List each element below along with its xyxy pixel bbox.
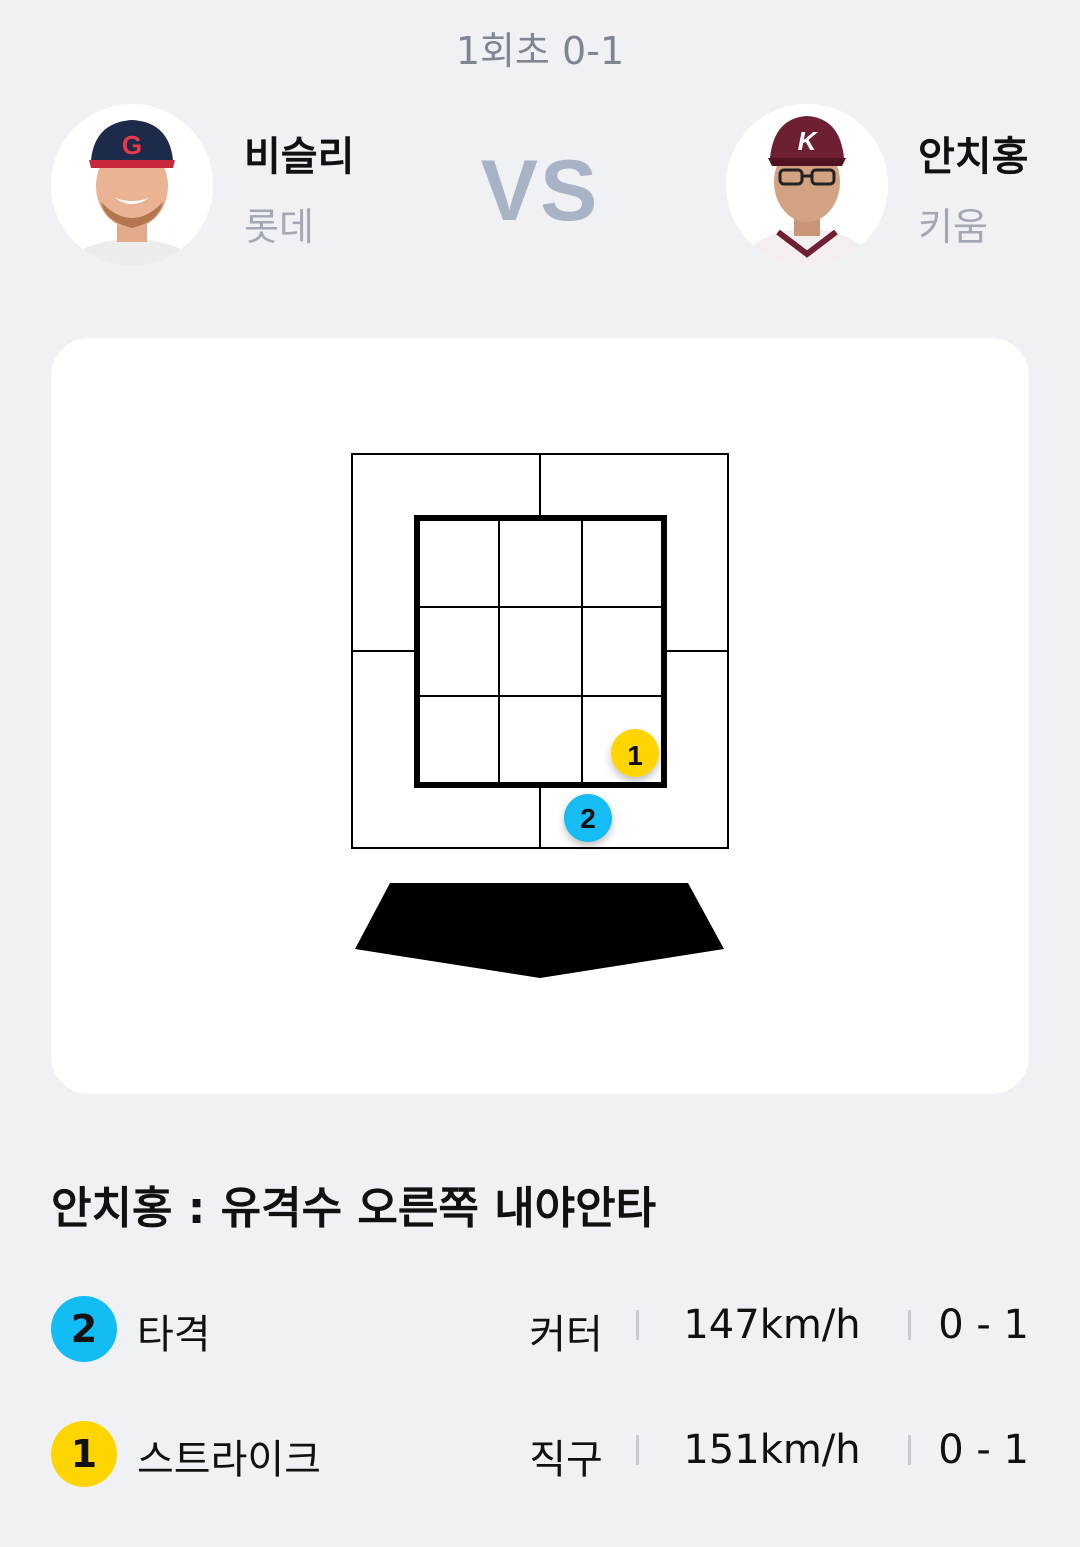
batter-name: 안치홍 [918, 134, 1029, 180]
divider [636, 1310, 639, 1340]
pitch-marker-2-number: 2 [580, 803, 596, 834]
batter-cap-letter: K [798, 126, 819, 156]
pitch-number-badge: 1 [51, 1421, 117, 1487]
pitch-type: 커터 [529, 1312, 603, 1358]
pitch-log-row[interactable]: 2 타격 커터 147km/h 0 - 1 [51, 1296, 1029, 1376]
divider [908, 1435, 911, 1465]
pitch-speed: 147km/h [683, 1302, 861, 1348]
pitch-result: 타격 [137, 1312, 211, 1358]
strike-zone-diagram: 1 2 [351, 453, 729, 978]
pitch-result: 스트라이크 [137, 1437, 321, 1483]
divider [908, 1310, 911, 1340]
pitch-number-badge: 2 [51, 1296, 117, 1362]
home-plate [355, 883, 724, 978]
pitch-marker-1-number: 1 [627, 740, 643, 771]
divider [636, 1435, 639, 1465]
pitch-type: 직구 [529, 1437, 603, 1483]
pitch-log-row[interactable]: 1 스트라이크 직구 151km/h 0 - 1 [51, 1421, 1029, 1501]
ball-count: 0 - 1 [938, 1302, 1029, 1348]
pitch-marker-1[interactable]: 1 [611, 729, 659, 777]
batter-team: 키움 [918, 205, 988, 249]
play-result-text: 안치홍 : 유격수 오른쪽 내야안타 [51, 1183, 657, 1234]
pitch-marker-2[interactable]: 2 [564, 794, 612, 842]
strike-zone-card: 1 2 [51, 338, 1029, 1094]
inning-score: 1회초 0-1 [455, 29, 625, 73]
pitch-speed: 151km/h [683, 1427, 861, 1473]
ball-count: 0 - 1 [938, 1427, 1029, 1473]
batter-avatar[interactable]: K [726, 104, 888, 266]
